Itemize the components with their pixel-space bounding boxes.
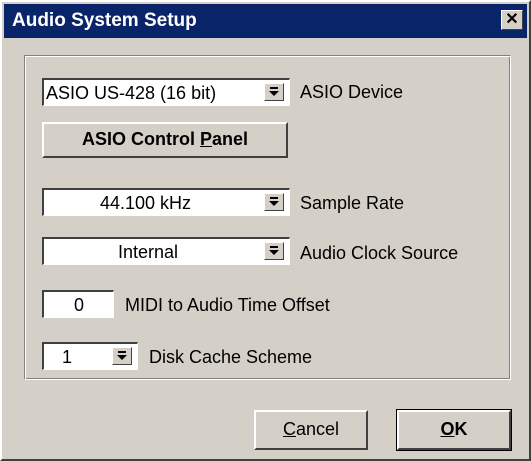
clock-source-value: Internal [118,242,179,262]
title-bar[interactable]: Audio System Setup ✕ [4,4,527,38]
audio-system-setup-dialog: Audio System Setup ✕ ASIO US-428 (16 bit… [0,0,531,461]
asio-control-panel-button[interactable]: ASIO Control Panel [42,122,288,158]
sample-rate-label: Sample Rate [300,193,405,213]
clock-source-select[interactable]: Internal [42,237,290,265]
cancel-button[interactable]: Cancel [254,410,368,450]
sample-rate-select[interactable]: 44.100 kHz [42,188,290,216]
midi-offset-label: MIDI to Audio Time Offset [125,295,330,315]
clock-source-label: Audio Clock Source [300,243,459,263]
disk-cache-label: Disk Cache Scheme [149,347,313,367]
asio-device-label: ASIO Device [300,82,404,102]
midi-offset-value: 0 [74,295,85,315]
ok-button[interactable]: OK [396,409,512,451]
disk-cache-value: 1 [62,347,73,367]
dropdown-arrow-icon[interactable] [264,83,284,101]
asio-device-select[interactable]: ASIO US-428 (16 bit) [42,78,290,106]
disk-cache-select[interactable]: 1 [42,342,138,370]
close-icon[interactable]: ✕ [501,10,523,30]
sample-rate-value: 44.100 kHz [100,193,192,213]
dropdown-arrow-icon[interactable] [264,242,284,260]
midi-offset-input[interactable]: 0 [42,290,114,318]
window-title: Audio System Setup [12,10,197,31]
dropdown-arrow-icon[interactable] [112,347,132,365]
dropdown-arrow-icon[interactable] [264,193,284,211]
asio-device-value: ASIO US-428 (16 bit) [46,83,217,103]
